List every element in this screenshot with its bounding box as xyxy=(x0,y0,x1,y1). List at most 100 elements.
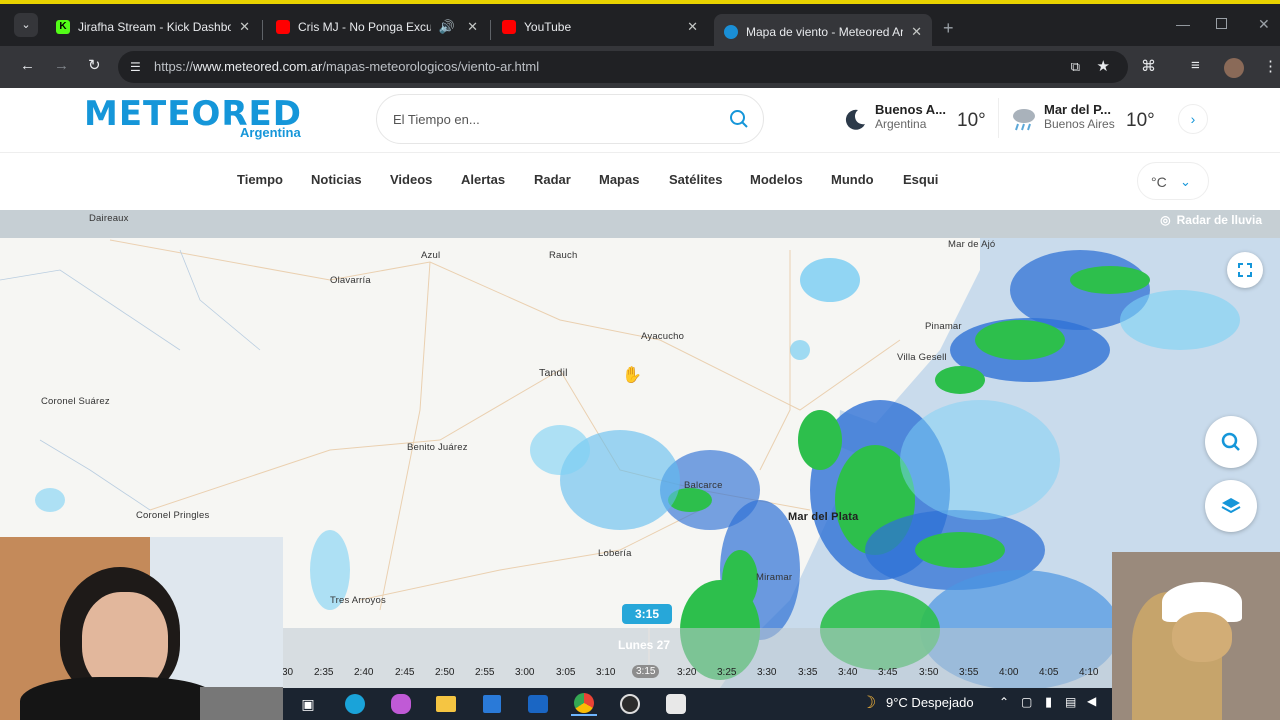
moon-weather-icon: ☽ xyxy=(861,693,877,712)
file-explorer-icon[interactable] xyxy=(433,692,459,716)
chevron-up-icon[interactable]: ⌃ xyxy=(999,695,1009,709)
time-tick[interactable]: 3:25 xyxy=(717,667,736,678)
unit-selector[interactable]: °C ⌄ xyxy=(1137,162,1209,200)
media-control-icon[interactable]: ≡ xyxy=(1191,57,1200,74)
chevron-down-icon: ⌄ xyxy=(1180,174,1191,189)
rain-cloud-icon xyxy=(1013,109,1035,131)
back-icon[interactable]: ← xyxy=(20,57,35,74)
map-search-button[interactable] xyxy=(1205,416,1257,468)
tab-kick-dashboard[interactable]: K Jirafha Stream - Kick Dashboard ✕ xyxy=(46,12,260,42)
close-icon[interactable]: ✕ xyxy=(467,19,478,35)
tab-cris-mj[interactable]: Cris MJ - No Ponga Excusas 🔊 ✕ xyxy=(266,12,488,42)
place-label: Tres Arroyos xyxy=(330,595,386,606)
timeline-ticks: 30 2:35 2:40 2:45 2:50 2:55 3:00 3:05 3:… xyxy=(282,664,1112,684)
bookmark-star-icon[interactable]: ★ xyxy=(1097,51,1110,83)
nav-item-alertas[interactable]: Alertas xyxy=(461,172,505,187)
restore-button[interactable] xyxy=(1216,18,1227,29)
layers-button[interactable] xyxy=(1205,480,1257,532)
screen-icon[interactable]: ▢ xyxy=(1021,695,1032,709)
logo-country: Argentina xyxy=(240,125,301,140)
time-tick[interactable]: 2:40 xyxy=(354,667,373,678)
place-label: Miramar xyxy=(756,572,793,583)
obs-icon[interactable] xyxy=(617,692,643,716)
time-tick[interactable]: 4:05 xyxy=(1039,667,1058,678)
speaker-icon[interactable]: 🔊 xyxy=(439,19,455,35)
nav-item-esqui[interactable]: Esqui xyxy=(903,172,938,187)
weather-city: Mar del P... xyxy=(1044,102,1111,117)
weather-city: Buenos A... xyxy=(875,102,947,117)
time-tick[interactable]: 2:35 xyxy=(314,667,333,678)
timeline-bar[interactable]: Lunes 27 30 2:35 2:40 2:45 2:50 2:55 3:0… xyxy=(282,628,1112,688)
new-tab-button[interactable]: + xyxy=(943,18,954,39)
browser-tab-bar: ⌄ K Jirafha Stream - Kick Dashboard ✕ Cr… xyxy=(0,0,1280,50)
edge-icon[interactable] xyxy=(342,692,368,716)
time-tick[interactable]: 2:50 xyxy=(435,667,454,678)
time-tick[interactable]: 30 xyxy=(282,667,293,678)
chrome-icon[interactable] xyxy=(571,692,597,716)
time-tick[interactable]: 4:00 xyxy=(999,667,1018,678)
reload-icon[interactable]: ↻ xyxy=(88,56,101,74)
nav-item-radar[interactable]: Radar xyxy=(534,172,571,187)
time-tick[interactable]: 3:05 xyxy=(556,667,575,678)
time-tick[interactable]: 3:30 xyxy=(757,667,776,678)
install-icon[interactable]: ⧉ xyxy=(1071,51,1080,83)
profile-avatar[interactable] xyxy=(1224,58,1244,78)
copilot-icon[interactable] xyxy=(388,692,414,716)
fullscreen-button[interactable] xyxy=(1227,252,1263,288)
tab-title: Cris MJ - No Ponga Excusas xyxy=(298,20,431,34)
time-tick[interactable]: 3:40 xyxy=(838,667,857,678)
volume-icon[interactable]: ◀ xyxy=(1087,694,1096,708)
microphone-icon[interactable]: ▮ xyxy=(1045,694,1052,710)
store-icon[interactable] xyxy=(479,692,505,716)
place-label: Daireaux xyxy=(89,213,129,224)
network-icon[interactable]: ▤ xyxy=(1065,695,1076,709)
tab-meteored[interactable]: Mapa de viento - Meteored Argentina ✕ xyxy=(714,14,932,50)
close-icon[interactable]: ✕ xyxy=(687,19,698,35)
nav-item-noticias[interactable]: Noticias xyxy=(311,172,362,187)
address-bar[interactable]: ☰ https://www.meteored.com.ar/mapas-mete… xyxy=(118,51,1128,83)
time-tick[interactable]: 3:55 xyxy=(959,667,978,678)
menu-icon[interactable]: ⋮ xyxy=(1263,57,1278,75)
time-tick[interactable]: 2:45 xyxy=(395,667,414,678)
place-label: Lobería xyxy=(598,548,632,559)
radar-layer-label[interactable]: ◎ Radar de lluvia xyxy=(1160,213,1262,227)
time-tick[interactable]: 3:35 xyxy=(798,667,817,678)
task-view-icon[interactable]: ▣ xyxy=(295,692,321,716)
forward-icon[interactable]: → xyxy=(54,57,69,74)
weather-next-button[interactable]: › xyxy=(1178,104,1208,134)
minimize-button[interactable]: — xyxy=(1176,16,1190,32)
close-icon[interactable]: ✕ xyxy=(911,24,922,40)
nav-item-mapas[interactable]: Mapas xyxy=(599,172,639,187)
nav-item-mundo[interactable]: Mundo xyxy=(831,172,874,187)
close-icon[interactable]: ✕ xyxy=(239,19,250,35)
search-placeholder: El Tiempo en... xyxy=(393,112,480,127)
search-input[interactable]: El Tiempo en... xyxy=(376,94,764,144)
tab-search-button[interactable]: ⌄ xyxy=(14,13,38,37)
nav-item-tiempo[interactable]: Tiempo xyxy=(237,172,283,187)
taskbar-weather[interactable]: 9°C Despejado xyxy=(886,695,974,710)
time-tick[interactable]: 2:55 xyxy=(475,667,494,678)
time-tick[interactable]: 3:20 xyxy=(677,667,696,678)
time-tick[interactable]: 3:45 xyxy=(878,667,897,678)
time-tick[interactable]: 4:10 xyxy=(1079,667,1098,678)
app-icon[interactable] xyxy=(663,692,689,716)
webcam-overlay-cheetah xyxy=(1112,552,1280,720)
browser-toolbar: ← → ↻ ☰ https://www.meteored.com.ar/mapa… xyxy=(0,46,1280,88)
nav-item-satelites[interactable]: Satélites xyxy=(669,172,722,187)
place-label: Azul xyxy=(421,250,441,261)
time-tick[interactable]: 3:50 xyxy=(919,667,938,678)
tab-youtube[interactable]: YouTube ✕ xyxy=(492,12,708,42)
time-tick[interactable]: 3:10 xyxy=(596,667,615,678)
time-tick[interactable]: 3:00 xyxy=(515,667,534,678)
tab-title: YouTube xyxy=(524,20,572,34)
nav-item-modelos[interactable]: Modelos xyxy=(750,172,803,187)
time-tick-selected[interactable]: 3:15 xyxy=(632,665,660,678)
nav-item-videos[interactable]: Videos xyxy=(390,172,432,187)
search-icon[interactable] xyxy=(729,109,749,129)
timeline-day: Lunes 27 xyxy=(618,638,671,652)
outlook-icon[interactable] xyxy=(525,692,551,716)
site-info-icon[interactable]: ☰ xyxy=(130,51,141,83)
weather-region: Buenos Aires xyxy=(1044,117,1115,131)
close-window-button[interactable]: ✕ xyxy=(1258,16,1270,33)
extensions-icon[interactable]: ⌘ xyxy=(1141,57,1156,75)
